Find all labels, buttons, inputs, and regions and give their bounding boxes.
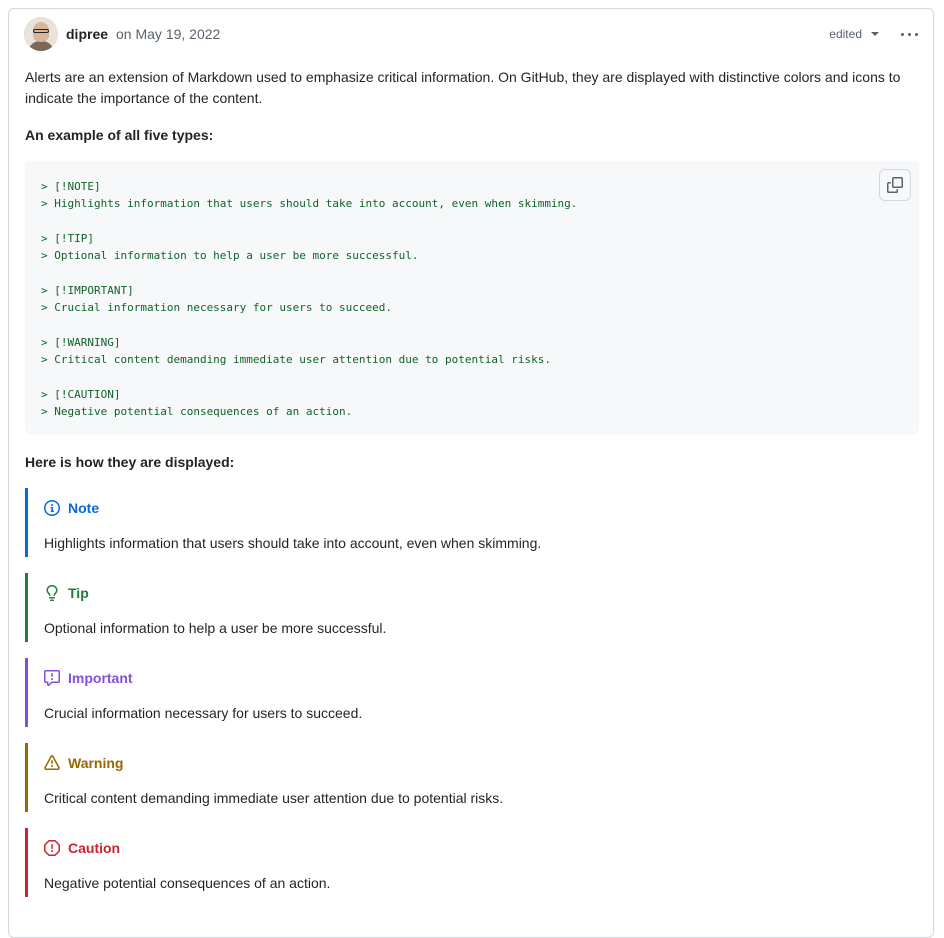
copy-button[interactable]: [879, 169, 911, 201]
code-line: > [!TIP]: [41, 231, 94, 245]
code-line: > [!NOTE]: [41, 180, 101, 193]
kebab-horizontal-icon[interactable]: [901, 32, 918, 36]
comment-header: dipree on May 19, 2022 edited: [24, 16, 918, 52]
code-line: > [!CAUTION]: [41, 387, 121, 401]
report-icon: [44, 670, 60, 686]
code-line: > Negative potential consequences of an …: [41, 404, 353, 418]
alert-text: Highlights information that users should…: [44, 535, 542, 551]
author-link[interactable]: dipree: [66, 26, 108, 42]
alert-title-label: Important: [68, 670, 133, 686]
code-line: > [!IMPORTANT]: [41, 283, 134, 297]
alert-caution: Caution Negative potential consequences o…: [25, 828, 910, 897]
lightbulb-icon: [46, 585, 58, 601]
alert-title: Tip: [44, 583, 89, 603]
alert-warning: Warning Critical content demanding immedi…: [25, 743, 910, 812]
code-line: > Crucial information necessary for user…: [41, 301, 392, 315]
copy-icon: [887, 177, 903, 193]
alert-title-label: Note: [68, 500, 100, 516]
alert-title: Important: [44, 668, 133, 688]
alert-text: Critical content demanding immediate use…: [44, 790, 504, 806]
code-line: > Highlights information that users shou…: [41, 197, 578, 211]
code-content[interactable]: > [!NOTE] > Highlights information that u…: [41, 178, 577, 420]
alert-title: Caution: [44, 838, 120, 858]
alert-text: Optional information to help a user be m…: [44, 620, 387, 636]
comment-date[interactable]: on May 19, 2022: [116, 26, 220, 42]
alert-icon: [44, 755, 60, 770]
display-heading: Here is how they are displayed:: [25, 454, 235, 470]
intro-paragraph: Alerts are an extension of Markdown used…: [25, 69, 901, 106]
alert-text: Crucial information necessary for users …: [44, 705, 363, 721]
code-line: > [!WARNING]: [41, 335, 121, 349]
alert-text: Negative potential consequences of an ac…: [44, 875, 331, 891]
chevron-down-icon[interactable]: [871, 32, 879, 36]
alert-title: Note: [44, 498, 99, 518]
avatar[interactable]: [24, 17, 58, 51]
alert-tip: Tip Optional information to help a user b…: [25, 573, 910, 642]
alert-important: Important Crucial information necessary f…: [25, 658, 910, 727]
example-heading: An example of all five types:: [25, 127, 214, 143]
info-icon: [44, 500, 60, 516]
code-line: > Critical content demanding immediate u…: [41, 352, 551, 366]
code-block: > [!NOTE] > Highlights information that u…: [25, 161, 919, 435]
alert-title-label: Tip: [68, 585, 89, 601]
stop-icon: [44, 840, 60, 856]
alert-note: Note Highlights information that users sh…: [25, 488, 910, 557]
alert-title-label: Warning: [68, 755, 124, 771]
alert-title: Warning: [44, 753, 123, 773]
code-line: > Optional information to help a user be…: [41, 249, 419, 263]
alert-title-label: Caution: [68, 840, 121, 856]
edited-label[interactable]: edited: [829, 27, 862, 41]
